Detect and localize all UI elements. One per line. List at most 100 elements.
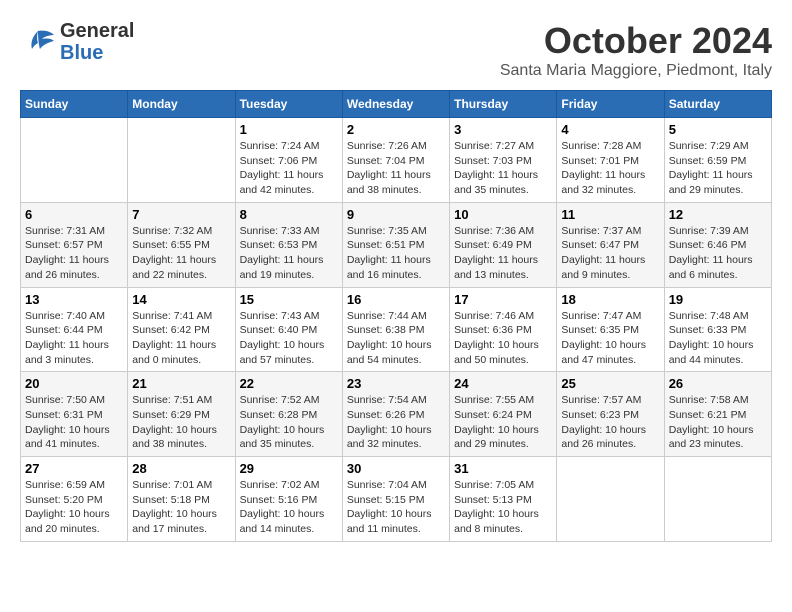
calendar-cell: 8 Sunrise: 7:33 AM Sunset: 6:53 PM Daylig…: [235, 202, 342, 287]
logo-text: General Blue: [60, 20, 134, 64]
calendar-cell: 6 Sunrise: 7:31 AM Sunset: 6:57 PM Daylig…: [21, 202, 128, 287]
calendar-cell: 12Sunrise: 7:39 AM Sunset: 6:46 PM Dayli…: [664, 202, 771, 287]
day-number: 2: [347, 122, 445, 137]
weekday-header-cell: Friday: [557, 91, 664, 118]
day-info: Sunrise: 7:24 AM Sunset: 7:06 PM Dayligh…: [240, 139, 338, 198]
day-info: Sunrise: 7:40 AM Sunset: 6:44 PM Dayligh…: [25, 309, 123, 368]
day-number: 5: [669, 122, 767, 137]
day-info: Sunrise: 7:51 AM Sunset: 6:29 PM Dayligh…: [132, 393, 230, 452]
calendar-cell: 1 Sunrise: 7:24 AM Sunset: 7:06 PM Daylig…: [235, 118, 342, 203]
calendar-week-row: 13 Sunrise: 7:40 AM Sunset: 6:44 PM Dayli…: [21, 287, 772, 372]
calendar-cell: 18 Sunrise: 7:47 AM Sunset: 6:35 PM Dayli…: [557, 287, 664, 372]
weekday-header-cell: Wednesday: [342, 91, 449, 118]
calendar-cell: [557, 457, 664, 542]
calendar-cell: [21, 118, 128, 203]
page-header: General Blue October 2024 Santa Maria Ma…: [20, 20, 772, 80]
day-info: Sunrise: 7:58 AM Sunset: 6:21 PM Dayligh…: [669, 393, 767, 452]
calendar-cell: 28 Sunrise: 7:01 AM Sunset: 5:18 PM Dayli…: [128, 457, 235, 542]
day-number: 10: [454, 207, 552, 222]
day-info: Sunrise: 7:02 AM Sunset: 5:16 PM Dayligh…: [240, 478, 338, 537]
day-info: Sunrise: 7:48 AM Sunset: 6:33 PM Dayligh…: [669, 309, 767, 368]
day-number: 14: [132, 292, 230, 307]
day-info: Sunrise: 7:29 AM Sunset: 6:59 PM Dayligh…: [669, 139, 767, 198]
day-info: Sunrise: 7:32 AM Sunset: 6:55 PM Dayligh…: [132, 224, 230, 283]
calendar-cell: 14 Sunrise: 7:41 AM Sunset: 6:42 PM Dayli…: [128, 287, 235, 372]
month-title: October 2024: [500, 20, 772, 62]
day-info: Sunrise: 7:46 AM Sunset: 6:36 PM Dayligh…: [454, 309, 552, 368]
day-number: 18: [561, 292, 659, 307]
logo-icon: [20, 27, 56, 57]
calendar-cell: 29 Sunrise: 7:02 AM Sunset: 5:16 PM Dayli…: [235, 457, 342, 542]
weekday-header-cell: Tuesday: [235, 91, 342, 118]
calendar-cell: [664, 457, 771, 542]
calendar-cell: 13 Sunrise: 7:40 AM Sunset: 6:44 PM Dayli…: [21, 287, 128, 372]
calendar-cell: 20Sunrise: 7:50 AM Sunset: 6:31 PM Dayli…: [21, 372, 128, 457]
calendar-cell: 17 Sunrise: 7:46 AM Sunset: 6:36 PM Dayli…: [450, 287, 557, 372]
calendar-cell: 11 Sunrise: 7:37 AM Sunset: 6:47 PM Dayli…: [557, 202, 664, 287]
day-info: Sunrise: 7:52 AM Sunset: 6:28 PM Dayligh…: [240, 393, 338, 452]
calendar-cell: 23Sunrise: 7:54 AM Sunset: 6:26 PM Dayli…: [342, 372, 449, 457]
day-number: 3: [454, 122, 552, 137]
day-number: 17: [454, 292, 552, 307]
day-info: Sunrise: 6:59 AM Sunset: 5:20 PM Dayligh…: [25, 478, 123, 537]
day-info: Sunrise: 7:41 AM Sunset: 6:42 PM Dayligh…: [132, 309, 230, 368]
day-info: Sunrise: 7:43 AM Sunset: 6:40 PM Dayligh…: [240, 309, 338, 368]
day-number: 11: [561, 207, 659, 222]
calendar-cell: 21 Sunrise: 7:51 AM Sunset: 6:29 PM Dayli…: [128, 372, 235, 457]
calendar-week-row: 20Sunrise: 7:50 AM Sunset: 6:31 PM Dayli…: [21, 372, 772, 457]
day-number: 29: [240, 461, 338, 476]
day-number: 19: [669, 292, 767, 307]
calendar-cell: 16 Sunrise: 7:44 AM Sunset: 6:38 PM Dayli…: [342, 287, 449, 372]
calendar-cell: 24Sunrise: 7:55 AM Sunset: 6:24 PM Dayli…: [450, 372, 557, 457]
calendar-table: SundayMondayTuesdayWednesdayThursdayFrid…: [20, 90, 772, 542]
calendar-body: 1 Sunrise: 7:24 AM Sunset: 7:06 PM Daylig…: [21, 118, 772, 542]
day-info: Sunrise: 7:31 AM Sunset: 6:57 PM Dayligh…: [25, 224, 123, 283]
calendar-cell: 10 Sunrise: 7:36 AM Sunset: 6:49 PM Dayli…: [450, 202, 557, 287]
calendar-week-row: 27 Sunrise: 6:59 AM Sunset: 5:20 PM Dayli…: [21, 457, 772, 542]
day-number: 13: [25, 292, 123, 307]
day-number: 16: [347, 292, 445, 307]
calendar-cell: 3 Sunrise: 7:27 AM Sunset: 7:03 PM Daylig…: [450, 118, 557, 203]
calendar-cell: 2 Sunrise: 7:26 AM Sunset: 7:04 PM Daylig…: [342, 118, 449, 203]
title-area: October 2024 Santa Maria Maggiore, Piedm…: [500, 20, 772, 80]
day-info: Sunrise: 7:04 AM Sunset: 5:15 PM Dayligh…: [347, 478, 445, 537]
calendar-cell: 7 Sunrise: 7:32 AM Sunset: 6:55 PM Daylig…: [128, 202, 235, 287]
day-info: Sunrise: 7:36 AM Sunset: 6:49 PM Dayligh…: [454, 224, 552, 283]
day-number: 25: [561, 376, 659, 391]
day-info: Sunrise: 7:55 AM Sunset: 6:24 PM Dayligh…: [454, 393, 552, 452]
day-number: 27: [25, 461, 123, 476]
logo: General Blue: [20, 20, 134, 64]
day-number: 8: [240, 207, 338, 222]
day-info: Sunrise: 7:05 AM Sunset: 5:13 PM Dayligh…: [454, 478, 552, 537]
day-info: Sunrise: 7:44 AM Sunset: 6:38 PM Dayligh…: [347, 309, 445, 368]
day-info: Sunrise: 7:27 AM Sunset: 7:03 PM Dayligh…: [454, 139, 552, 198]
weekday-header-cell: Thursday: [450, 91, 557, 118]
day-info: Sunrise: 7:35 AM Sunset: 6:51 PM Dayligh…: [347, 224, 445, 283]
calendar-week-row: 1 Sunrise: 7:24 AM Sunset: 7:06 PM Daylig…: [21, 118, 772, 203]
day-number: 6: [25, 207, 123, 222]
day-number: 31: [454, 461, 552, 476]
day-number: 1: [240, 122, 338, 137]
calendar-cell: 4Sunrise: 7:28 AM Sunset: 7:01 PM Daylig…: [557, 118, 664, 203]
calendar-cell: 25Sunrise: 7:57 AM Sunset: 6:23 PM Dayli…: [557, 372, 664, 457]
day-info: Sunrise: 7:33 AM Sunset: 6:53 PM Dayligh…: [240, 224, 338, 283]
day-number: 28: [132, 461, 230, 476]
weekday-header-cell: Monday: [128, 91, 235, 118]
day-info: Sunrise: 7:26 AM Sunset: 7:04 PM Dayligh…: [347, 139, 445, 198]
location-title: Santa Maria Maggiore, Piedmont, Italy: [500, 62, 772, 80]
day-info: Sunrise: 7:01 AM Sunset: 5:18 PM Dayligh…: [132, 478, 230, 537]
day-number: 9: [347, 207, 445, 222]
calendar-cell: 30Sunrise: 7:04 AM Sunset: 5:15 PM Dayli…: [342, 457, 449, 542]
day-info: Sunrise: 7:47 AM Sunset: 6:35 PM Dayligh…: [561, 309, 659, 368]
day-number: 12: [669, 207, 767, 222]
day-number: 15: [240, 292, 338, 307]
day-number: 7: [132, 207, 230, 222]
day-number: 23: [347, 376, 445, 391]
day-info: Sunrise: 7:37 AM Sunset: 6:47 PM Dayligh…: [561, 224, 659, 283]
day-number: 4: [561, 122, 659, 137]
weekday-header-cell: Sunday: [21, 91, 128, 118]
calendar-cell: [128, 118, 235, 203]
calendar-cell: 27 Sunrise: 6:59 AM Sunset: 5:20 PM Dayli…: [21, 457, 128, 542]
day-number: 22: [240, 376, 338, 391]
day-number: 21: [132, 376, 230, 391]
